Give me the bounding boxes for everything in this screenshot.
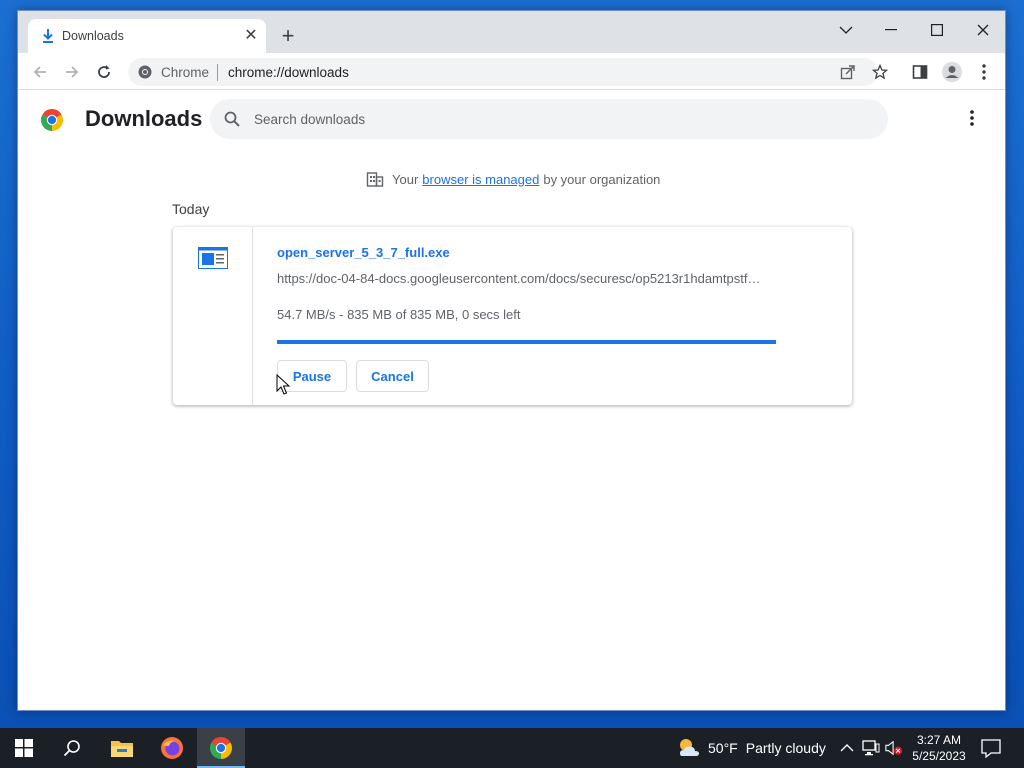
managed-link[interactable]: browser is managed: [422, 172, 539, 187]
windows-start-icon[interactable]: [0, 728, 48, 768]
date-section-header: Today: [172, 201, 210, 217]
chrome-window: Downloads ✕ + Chrome chrome://downloads …: [17, 10, 1006, 711]
taskbar: 50°F Partly cloudy 3:27 AM 5/25/2023: [0, 728, 1024, 768]
tab-strip: Downloads ✕ +: [18, 11, 1005, 53]
forward-icon[interactable]: [59, 59, 85, 85]
download-file-name[interactable]: open_server_5_3_7_full.exe: [277, 245, 450, 260]
page-title: Downloads: [85, 106, 203, 131]
download-progress-fill: [277, 340, 776, 344]
mouse-cursor-icon: [276, 374, 290, 395]
back-icon[interactable]: [27, 59, 53, 85]
tab-title: Downloads: [62, 29, 124, 43]
download-icon: [43, 29, 53, 43]
search-input[interactable]: [254, 99, 854, 139]
cancel-button[interactable]: Cancel: [356, 360, 429, 392]
chrome-site-icon: [138, 65, 152, 79]
chevron-down-icon[interactable]: [826, 15, 866, 45]
weather-condition: Partly cloudy: [745, 740, 826, 756]
reload-icon[interactable]: [91, 59, 117, 85]
maximize-icon[interactable]: [917, 15, 957, 45]
search-bar[interactable]: [210, 99, 888, 139]
download-status: 54.7 MB/s - 835 MB of 835 MB, 0 secs lef…: [277, 307, 521, 322]
omnibox-divider: [217, 64, 218, 81]
firefox-icon[interactable]: [148, 728, 196, 768]
share-icon[interactable]: [839, 63, 857, 81]
network-icon[interactable]: [862, 739, 880, 757]
plus-icon[interactable]: +: [276, 25, 300, 49]
omnibox[interactable]: Chrome chrome://downloads: [128, 58, 888, 86]
download-icon-column: [173, 227, 253, 405]
profile-icon[interactable]: [939, 59, 965, 85]
volume-muted-icon[interactable]: [885, 739, 903, 757]
notification-icon[interactable]: [980, 738, 1002, 758]
side-panel-icon[interactable]: [907, 59, 933, 85]
weather-icon: [680, 739, 699, 756]
download-source-url: https://doc-04-84-docs.googleusercontent…: [277, 271, 761, 286]
search-icon: [224, 111, 240, 127]
download-progress-bar: [277, 340, 776, 344]
exe-file-icon: [198, 247, 228, 269]
managed-suffix: by your organization: [543, 171, 661, 187]
omnibox-url[interactable]: chrome://downloads: [228, 65, 349, 80]
clock-time: 3:27 AM: [916, 733, 962, 747]
more-vert-icon[interactable]: [971, 59, 997, 85]
download-item: open_server_5_3_7_full.exe https://doc-0…: [173, 227, 852, 405]
tab-downloads[interactable]: Downloads ✕: [28, 19, 266, 53]
weather-temperature: 50°F: [708, 740, 738, 756]
managed-notice: Your browser is managed by your organiza…: [366, 169, 660, 189]
taskbar-search-icon[interactable]: [48, 728, 96, 768]
file-explorer-icon[interactable]: [98, 728, 146, 768]
chevron-up-icon[interactable]: [838, 739, 856, 757]
browser-toolbar: Chrome chrome://downloads: [18, 53, 1005, 90]
more-vert-icon[interactable]: [962, 108, 982, 128]
close-icon[interactable]: ✕: [242, 27, 260, 45]
building-icon: [366, 172, 384, 187]
managed-prefix: Your: [392, 171, 419, 187]
chrome-logo-icon: [40, 109, 63, 132]
omnibox-site-label: Chrome: [161, 65, 210, 80]
weather-widget[interactable]: 50°F Partly cloudy: [676, 728, 826, 768]
star-icon[interactable]: [871, 63, 889, 81]
downloads-page: Downloads Your browser is managed by you…: [18, 91, 1005, 710]
clock-date: 5/25/2023: [912, 749, 966, 763]
minimize-icon[interactable]: [871, 15, 911, 45]
chrome-icon[interactable]: [197, 728, 245, 768]
system-clock[interactable]: 3:27 AM 5/25/2023: [906, 732, 972, 764]
window-close-icon[interactable]: [963, 15, 1003, 45]
